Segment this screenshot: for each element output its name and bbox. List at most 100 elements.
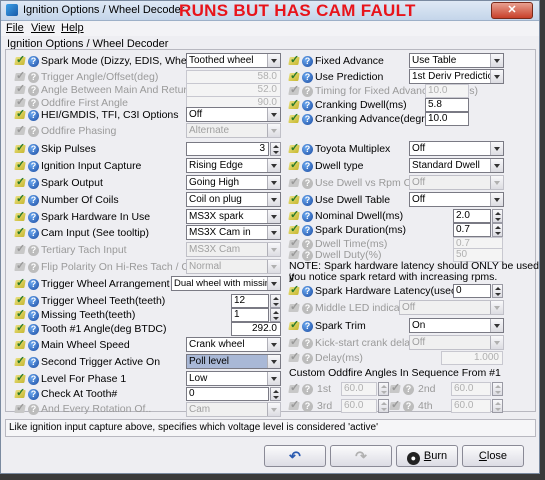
menu-view[interactable]: View: [31, 22, 55, 34]
level-phase1-select[interactable]: Low: [186, 371, 281, 386]
check-tooth-field[interactable]: 0: [186, 387, 269, 401]
help-icon[interactable]: ?: [302, 55, 313, 67]
cranking-advance-field[interactable]: 10.0: [425, 112, 469, 126]
skip-pulses-spinner[interactable]: [270, 142, 281, 156]
help-icon[interactable]: ?: [28, 160, 39, 172]
close-accel: C: [478, 450, 487, 462]
check-tooth-spinner[interactable]: [270, 387, 281, 401]
menu-help-label: Help: [61, 22, 84, 34]
delay-label: Delay(ms): [315, 352, 363, 364]
hei-row: ? HEI/GMDIS, TFI, C3I Options: [15, 107, 179, 123]
window-close-button[interactable]: ✕: [491, 2, 533, 19]
ignition-capture-select[interactable]: Rising Edge: [186, 158, 281, 173]
kickstart-label: Kick-start crank delay: [315, 337, 416, 349]
burn-label: urn: [431, 450, 448, 462]
second-trigger-select[interactable]: Poll level: [186, 354, 281, 369]
trigger-arrangement-select[interactable]: Dual wheel with missing tooth: [171, 276, 281, 291]
help-icon[interactable]: ?: [302, 285, 313, 297]
help-icon[interactable]: ?: [302, 99, 313, 111]
help-icon[interactable]: ?: [302, 160, 313, 172]
help-icon[interactable]: ?: [302, 143, 313, 155]
help-icon[interactable]: ?: [302, 400, 313, 412]
missing-teeth-field[interactable]: 1: [231, 308, 269, 322]
help-icon[interactable]: ?: [302, 177, 313, 189]
undo-button[interactable]: ↶: [264, 445, 326, 467]
help-icon[interactable]: ?: [28, 244, 39, 256]
spark-hw-select[interactable]: MS3X spark: [186, 209, 281, 224]
help-icon[interactable]: ?: [302, 210, 313, 222]
help-icon[interactable]: ?: [302, 71, 313, 83]
help-icon[interactable]: ?: [28, 309, 39, 321]
num-coils-select[interactable]: Coil on plug: [186, 192, 281, 207]
help-icon[interactable]: ?: [28, 403, 39, 415]
skip-pulses-field[interactable]: 3: [186, 142, 269, 156]
check-icon: [15, 307, 26, 321]
nominal-dwell-field[interactable]: 2.0: [453, 209, 491, 223]
missing-teeth-spinner[interactable]: [270, 308, 281, 322]
check-icon: [289, 283, 300, 297]
use-prediction-select[interactable]: 1st Deriv Prediction: [409, 69, 504, 84]
redo-button[interactable]: ↷: [330, 445, 392, 467]
help-icon[interactable]: ?: [28, 295, 39, 307]
check-icon: [289, 398, 300, 412]
help-icon[interactable]: ?: [28, 356, 39, 368]
dwell-table-value: Off: [412, 194, 426, 205]
help-icon[interactable]: ?: [302, 113, 313, 125]
help-icon[interactable]: ?: [28, 177, 39, 189]
menu-help[interactable]: Help: [61, 22, 84, 34]
help-icon[interactable]: ?: [28, 194, 39, 206]
dwell-vs-rpm-select: Off: [409, 175, 504, 190]
help-icon[interactable]: ?: [302, 249, 313, 261]
hei-select[interactable]: Off: [186, 107, 281, 122]
spark-mode-select[interactable]: Toothed wheel: [186, 53, 281, 68]
teeth-field[interactable]: 12: [231, 294, 269, 308]
help-icon[interactable]: ?: [28, 339, 39, 351]
help-icon[interactable]: ?: [28, 109, 39, 121]
menu-file[interactable]: File: [6, 22, 24, 34]
help-icon[interactable]: ?: [28, 125, 39, 137]
help-icon[interactable]: ?: [28, 211, 39, 223]
help-icon[interactable]: ?: [28, 278, 39, 290]
close-button[interactable]: Close: [462, 445, 524, 467]
help-icon[interactable]: ?: [28, 388, 39, 400]
help-icon[interactable]: ?: [28, 373, 39, 385]
help-icon[interactable]: ?: [302, 320, 313, 332]
fixed-advance-select[interactable]: Use Table: [409, 53, 504, 68]
help-icon[interactable]: ?: [302, 85, 313, 97]
help-icon[interactable]: ?: [28, 55, 39, 67]
help-icon[interactable]: ?: [28, 71, 39, 83]
help-icon[interactable]: ?: [28, 323, 39, 335]
help-icon[interactable]: ?: [403, 400, 414, 412]
help-icon[interactable]: ?: [28, 227, 39, 239]
trigger-arrangement-label: Trigger Wheel Arrangement: [41, 278, 170, 290]
help-icon[interactable]: ?: [302, 224, 313, 236]
spark-mode-value: Toothed wheel: [189, 55, 254, 66]
help-icon[interactable]: ?: [302, 352, 313, 364]
nominal-dwell-spinner[interactable]: [492, 209, 503, 223]
spark-output-select[interactable]: Going High: [186, 175, 281, 190]
help-icon[interactable]: ?: [302, 194, 313, 206]
cranking-dwell-field[interactable]: 5.8: [425, 98, 469, 112]
cam-input-label: Cam Input (See tooltip): [41, 227, 149, 239]
hw-latency-field[interactable]: 0: [453, 284, 491, 298]
teeth-spinner[interactable]: [270, 294, 281, 308]
help-icon[interactable]: ?: [28, 143, 39, 155]
toyota-multiplex-value: Off: [412, 143, 426, 154]
tooth1-angle-field[interactable]: 292.0: [231, 322, 281, 336]
spark-duration-field[interactable]: 0.7: [453, 223, 491, 237]
help-icon[interactable]: ?: [28, 261, 39, 273]
cam-input-select[interactable]: MS3X Cam in: [186, 225, 281, 240]
help-icon[interactable]: ?: [302, 337, 313, 349]
main-wheel-speed-select[interactable]: Crank wheel: [186, 337, 281, 352]
help-icon[interactable]: ?: [403, 383, 414, 395]
dwell-table-select[interactable]: Off: [409, 192, 504, 207]
spark-duration-spinner[interactable]: [492, 223, 503, 237]
spark-trim-select[interactable]: On: [409, 318, 504, 333]
burn-button[interactable]: ● Burn: [396, 445, 458, 467]
help-icon[interactable]: ?: [28, 84, 39, 96]
help-icon[interactable]: ?: [302, 302, 313, 314]
toyota-multiplex-select[interactable]: Off: [409, 141, 504, 156]
hw-latency-spinner[interactable]: [492, 284, 503, 298]
dwell-type-select[interactable]: Standard Dwell: [409, 158, 504, 173]
help-icon[interactable]: ?: [302, 383, 313, 395]
